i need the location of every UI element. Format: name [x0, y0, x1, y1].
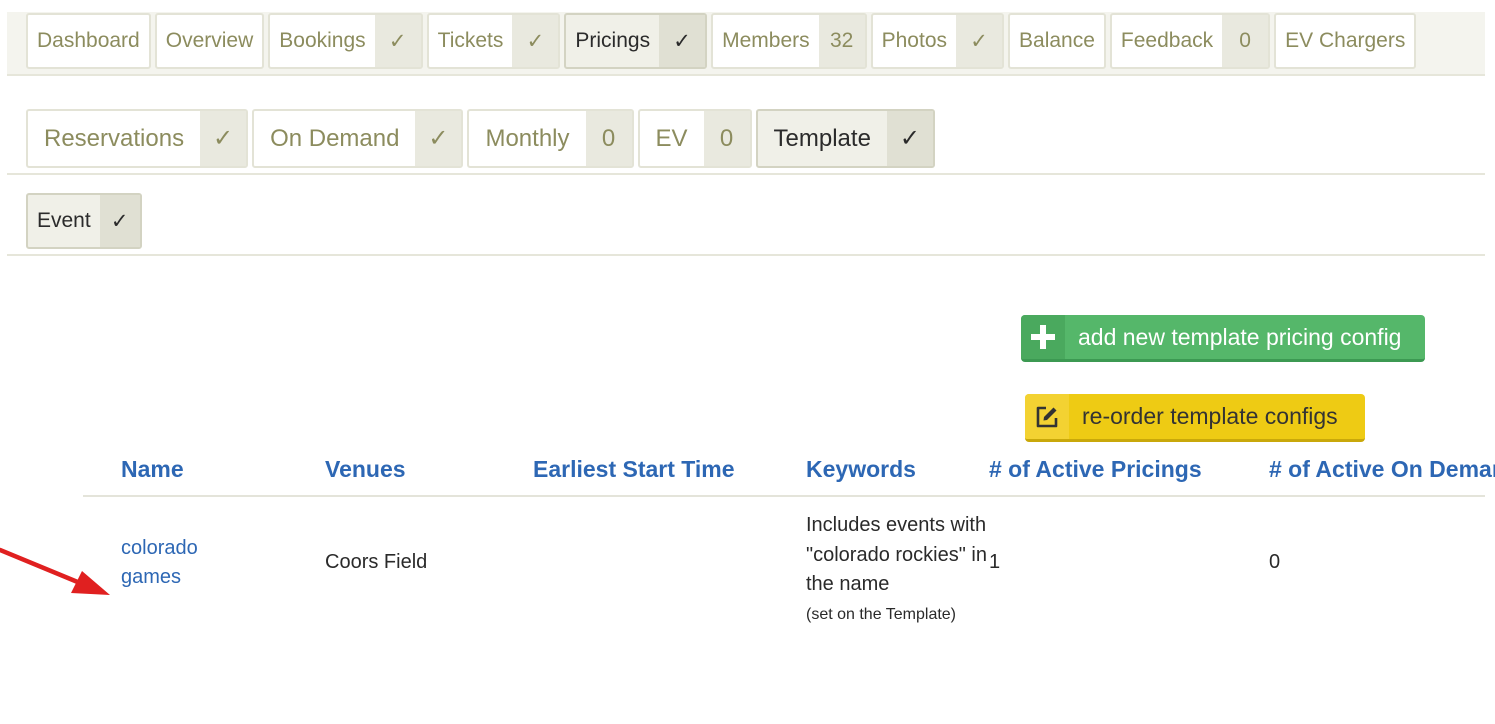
reorder-template-configs-label: re-order template configs — [1082, 403, 1338, 429]
tab-photos[interactable]: Photos ✓ — [870, 13, 1005, 69]
table-header-row: Name Venues Earliest Start Time Keywords… — [83, 444, 1495, 497]
tab-balance[interactable]: Balance — [1008, 13, 1106, 69]
tab-dashboard[interactable]: Dashboard — [26, 13, 151, 69]
plus-icon — [1021, 315, 1065, 359]
tab-event[interactable]: Event ✓ — [26, 193, 142, 249]
tab-ev-chargers[interactable]: EV Chargers — [1274, 13, 1417, 69]
tab-label: EV Chargers — [1285, 29, 1406, 52]
tab-label: Template — [773, 124, 871, 152]
tab-count-badge: 0 — [585, 111, 632, 166]
tab-count-badge: 32 — [818, 15, 865, 67]
tab-check-badge: ✓ — [415, 111, 462, 166]
tab-label: EV — [655, 124, 688, 152]
tab-check-badge: ✓ — [956, 15, 1003, 67]
table-row: colorado games Coors Field Includes even… — [83, 496, 1485, 629]
tab-check-badge: ✓ — [200, 111, 247, 166]
config-name-link[interactable]: colorado games — [121, 534, 221, 593]
tab-feedback[interactable]: Feedback 0 — [1109, 13, 1271, 69]
cell-venues: Coors Field — [325, 551, 428, 574]
tab-label: Event — [37, 209, 91, 232]
tab-label: Overview — [165, 29, 254, 52]
tab-label: Photos — [881, 29, 948, 52]
template-type-bar: Event ✓ — [7, 192, 1485, 256]
tab-label: Reservations — [44, 124, 185, 152]
keywords-note: (set on the Template) — [806, 605, 957, 623]
tab-count-badge: 0 — [1222, 15, 1269, 67]
cell-active-pricings: 1 — [989, 551, 1001, 574]
tab-check-badge: ✓ — [886, 111, 933, 166]
tab-reservations[interactable]: Reservations ✓ — [26, 109, 249, 168]
cell-name: colorado games — [83, 496, 325, 629]
column-header-name[interactable]: Name — [83, 444, 325, 497]
pricing-subnav-bar: Reservations ✓ On Demand ✓ Monthly 0 EV 0 Te… — [7, 108, 1485, 175]
tab-overview[interactable]: Overview — [154, 13, 265, 69]
tab-label: Dashboard — [37, 29, 140, 52]
tab-tickets[interactable]: Tickets ✓ — [426, 13, 561, 69]
tab-label: Bookings — [279, 29, 366, 52]
tab-check-badge: ✓ — [659, 15, 706, 67]
red-arrow-icon — [0, 547, 110, 595]
column-header-active-on-demand[interactable]: # of Active On Demand — [1269, 444, 1495, 497]
tab-template[interactable]: Template ✓ — [755, 109, 935, 168]
tab-check-badge: ✓ — [374, 15, 421, 67]
cell-keywords: Includes events with "colorado rockies" … — [806, 496, 989, 629]
tab-count-badge: 0 — [703, 111, 750, 166]
main-nav-bar: Dashboard Overview Bookings ✓ Tickets ✓ Pr… — [7, 12, 1485, 76]
tab-members[interactable]: Members 32 — [711, 13, 867, 69]
tab-monthly[interactable]: Monthly 0 — [467, 109, 634, 168]
tab-check-badge: ✓ — [99, 195, 140, 247]
column-header-venues[interactable]: Venues — [325, 444, 533, 497]
reorder-template-configs-button[interactable]: re-order template configs — [1025, 394, 1365, 442]
tab-label: Pricings — [575, 29, 651, 52]
tab-label: Monthly — [485, 124, 570, 152]
cell-active-on-demand: 0 — [1269, 551, 1281, 574]
column-header-keywords[interactable]: Keywords — [806, 444, 989, 497]
add-template-config-label: add new template pricing config — [1078, 323, 1402, 350]
edit-icon — [1025, 394, 1069, 439]
tab-ev[interactable]: EV 0 — [637, 109, 752, 168]
tab-on-demand[interactable]: On Demand ✓ — [252, 109, 464, 168]
template-config-table: Name Venues Earliest Start Time Keywords… — [83, 444, 1495, 629]
tab-bookings[interactable]: Bookings ✓ — [268, 13, 423, 69]
tab-label: Feedback — [1120, 29, 1214, 52]
tab-label: On Demand — [270, 124, 400, 152]
keywords-text: Includes events with "colorado rockies" … — [806, 514, 987, 595]
column-header-active-pricings[interactable]: # of Active Pricings — [989, 444, 1269, 497]
tab-label: Balance — [1019, 29, 1095, 52]
add-template-config-button[interactable]: add new template pricing config — [1021, 315, 1425, 362]
tab-pricings[interactable]: Pricings ✓ — [564, 13, 708, 69]
tab-label: Tickets — [437, 29, 504, 52]
tab-label: Members — [722, 29, 810, 52]
cell-earliest-start-time — [533, 496, 806, 629]
tab-check-badge: ✓ — [512, 15, 559, 67]
column-header-earliest-start-time[interactable]: Earliest Start Time — [533, 444, 806, 497]
